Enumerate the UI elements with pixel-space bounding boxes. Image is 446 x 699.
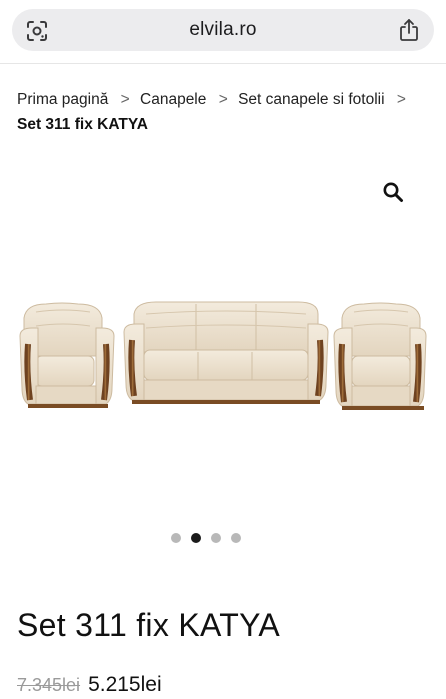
product-title: Set 311 fix KATYA: [17, 607, 280, 643]
current-price: 5.215lei: [88, 673, 162, 696]
search-icon[interactable]: [382, 181, 404, 203]
carousel-dot-2[interactable]: [190, 533, 201, 543]
url-text: elvila.ro: [189, 19, 257, 40]
share-icon[interactable]: [396, 17, 422, 43]
page: elvila.ro Prima pagină > Canapele > Set …: [0, 0, 446, 699]
browser-top-bar: elvila.ro: [0, 0, 446, 64]
armchair-left: [19, 302, 115, 408]
breadcrumb-set-canapele[interactable]: Set canapele si fotolii: [238, 91, 384, 108]
breadcrumb-home[interactable]: Prima pagină: [17, 91, 108, 108]
armchair-right: [333, 302, 427, 410]
breadcrumb-separator: >: [396, 91, 406, 108]
carousel-dot-3[interactable]: [210, 533, 221, 543]
breadcrumb: Prima pagină > Canapele > Set canapele s…: [17, 87, 432, 137]
sofa: [123, 301, 329, 404]
address-bar[interactable]: elvila.ro: [12, 9, 434, 51]
breadcrumb-canapele[interactable]: Canapele: [140, 91, 206, 108]
breadcrumb-separator: >: [120, 91, 130, 108]
old-price: 7.345lei: [17, 675, 81, 695]
breadcrumb-separator: >: [218, 91, 228, 108]
carousel-dot-1[interactable]: [170, 533, 181, 543]
carousel-dot-4[interactable]: [230, 533, 241, 543]
carousel-dots: [0, 533, 446, 543]
sofa-set-image[interactable]: [16, 300, 430, 420]
breadcrumb-current: Set 311 fix KATYA: [17, 116, 148, 133]
price-row: 7.345lei 5.215lei: [17, 673, 162, 699]
